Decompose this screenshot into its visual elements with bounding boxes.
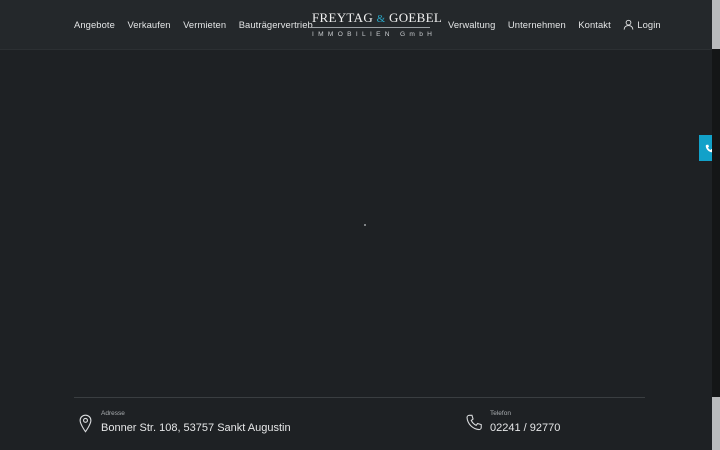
page: Angebote Verkaufen Vermieten Bauträgerve… [0, 0, 720, 450]
address-label: Adresse [101, 410, 125, 417]
logo-wordmark: FREYTAG & GOEBEL [312, 10, 442, 26]
user-icon [623, 19, 634, 30]
phone-label: Telefon [490, 410, 511, 417]
main-nav-left: Angebote Verkaufen Vermieten Bauträgerve… [74, 0, 313, 49]
logo-name-part1: FREYTAG [312, 10, 374, 25]
loading-indicator [364, 224, 366, 226]
footer-divider [74, 397, 645, 398]
nav-item-vermieten[interactable]: Vermieten [183, 19, 226, 30]
logo-name-part2: GOEBEL [389, 10, 443, 25]
footer-address: Adresse Bonner Str. 108, 53757 Sankt Aug… [74, 409, 291, 435]
logo-divider [312, 27, 430, 28]
company-logo[interactable]: FREYTAG & GOEBEL IMMOBILIEN GmbH [312, 10, 442, 39]
nav-item-angebote[interactable]: Angebote [74, 19, 115, 30]
phone-value[interactable]: 02241 / 92770 [490, 421, 560, 435]
nav-item-verwaltung[interactable]: Verwaltung [448, 19, 495, 30]
nav-item-verkaufen[interactable]: Verkaufen [127, 19, 170, 30]
location-pin-icon [79, 414, 91, 433]
phone-icon [465, 414, 482, 431]
main-nav-right: Verwaltung Unternehmen Kontakt Login [448, 0, 661, 49]
logo-subtitle: IMMOBILIEN GmbH [312, 31, 437, 38]
site-header: Angebote Verkaufen Vermieten Bauträgerve… [0, 0, 712, 50]
nav-item-unternehmen[interactable]: Unternehmen [508, 19, 566, 30]
nav-item-kontakt[interactable]: Kontakt [578, 19, 611, 30]
logo-ampersand: & [376, 13, 386, 25]
nav-item-bautraegervertrieb[interactable]: Bauträgervertrieb [239, 19, 313, 30]
page-scrollbar[interactable] [712, 0, 720, 450]
login-link[interactable]: Login [623, 19, 661, 30]
footer-phone: Telefon 02241 / 92770 [463, 409, 560, 435]
login-label: Login [637, 19, 661, 30]
address-value: Bonner Str. 108, 53757 Sankt Augustin [101, 422, 291, 434]
scrollbar-thumb-top[interactable] [712, 0, 720, 49]
scrollbar-thumb-bottom[interactable] [712, 397, 720, 450]
